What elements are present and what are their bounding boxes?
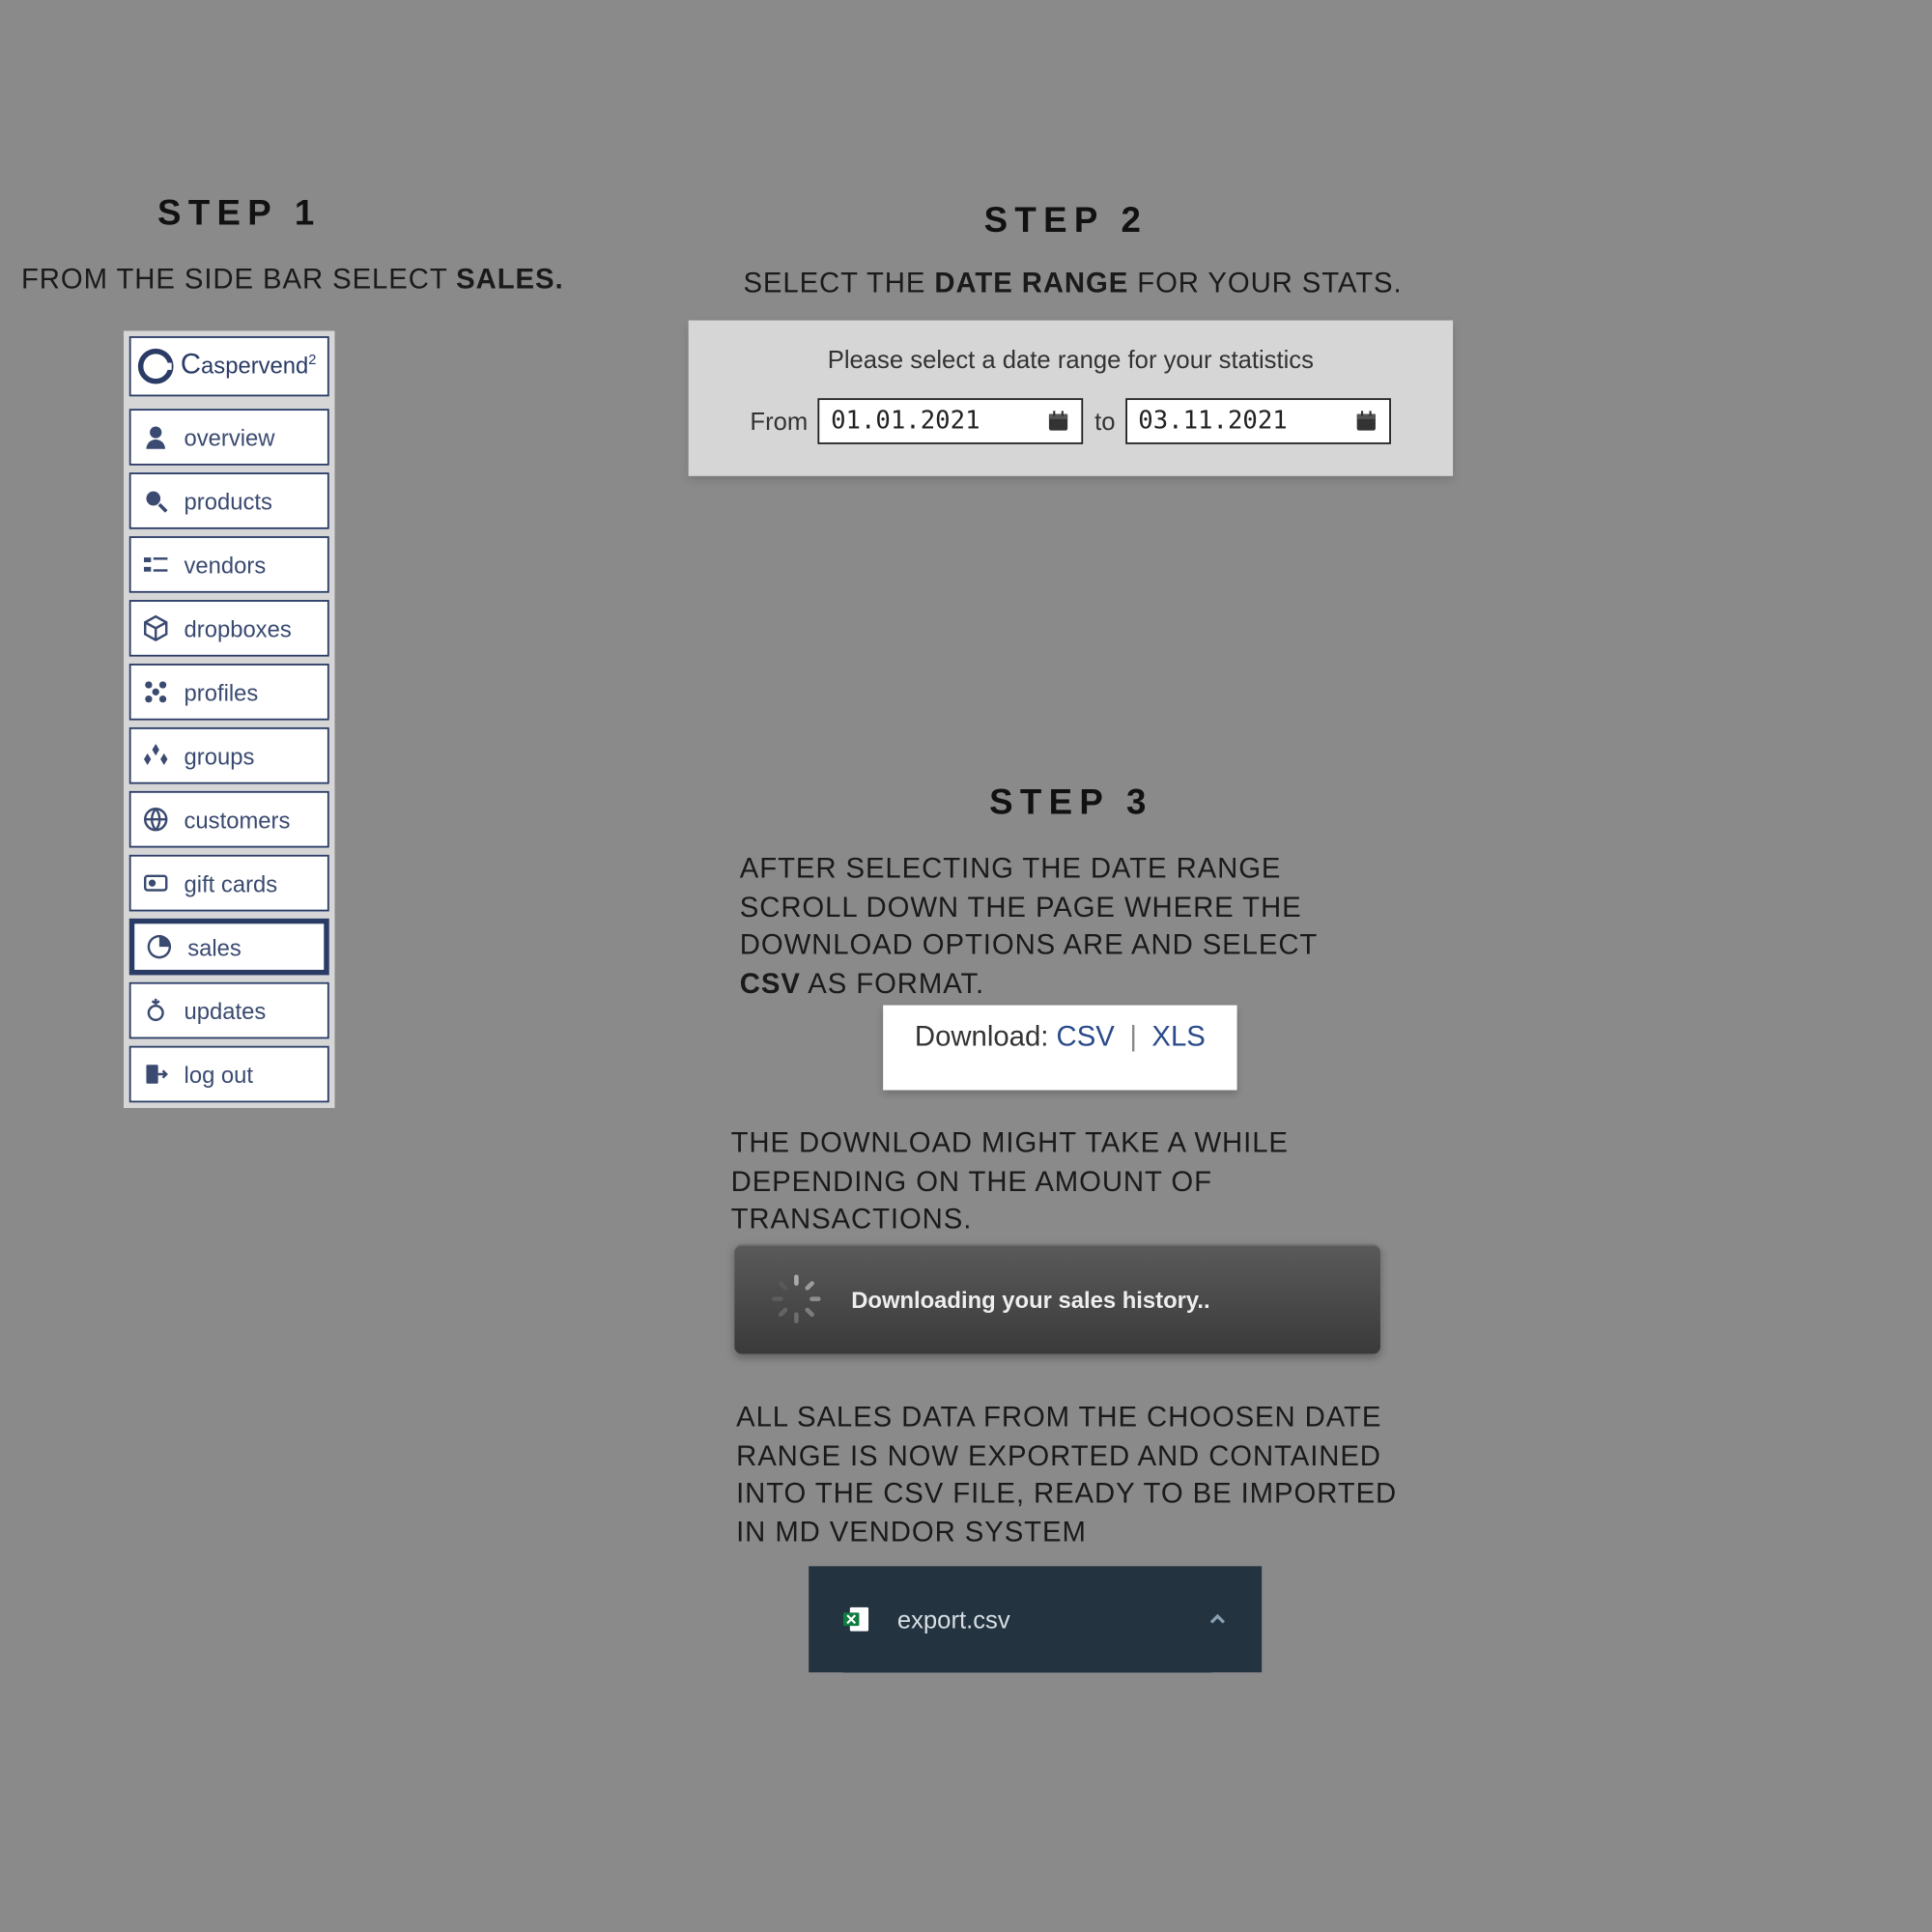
step1-instr-pre: FROM THE SIDE BAR SELECT <box>21 266 456 296</box>
sidebar-item-label: products <box>185 488 272 514</box>
products-icon <box>142 487 170 515</box>
step3-instruction-b: THE DOWNLOAD MIGHT TAKE A WHILE DEPENDIN… <box>731 1125 1404 1240</box>
download-csv-link[interactable]: CSV <box>1057 1023 1115 1053</box>
groups-icon <box>142 742 170 770</box>
calendar-icon <box>1354 409 1379 434</box>
sidebar-item-overview[interactable]: overview <box>129 409 329 466</box>
step3-instr-a-pre: AFTER SELECTING THE DATE RANGE SCROLL DO… <box>740 855 1318 961</box>
calendar-icon <box>1047 409 1072 434</box>
logo-text: Caspervend2 <box>181 351 317 383</box>
sidebar-item-gift-cards[interactable]: gift cards <box>129 855 329 912</box>
progress-text: Downloading your sales history.. <box>851 1286 1209 1312</box>
sidebar-nav: overview products vendors dropboxes prof… <box>124 402 334 1108</box>
overview-icon <box>142 423 170 451</box>
sidebar-item-label: gift cards <box>185 869 278 895</box>
logo-c-icon <box>138 349 174 384</box>
step3-instr-a-bold: CSV <box>740 970 801 1000</box>
download-progress-bar: Downloading your sales history.. <box>734 1244 1380 1354</box>
download-xls-link[interactable]: XLS <box>1151 1023 1205 1053</box>
sidebar-item-label: vendors <box>185 552 267 578</box>
sidebar-item-label: groups <box>185 743 255 769</box>
sidebar-item-updates[interactable]: updates <box>129 982 329 1039</box>
step3-heading: STEP 3 <box>989 784 1153 825</box>
date-row: From 01.01.2021 to 03.11.2021 <box>724 398 1417 444</box>
customers-icon <box>142 806 170 834</box>
date-range-panel: Please select a date range for your stat… <box>689 321 1453 476</box>
download-options-box: Download: CSV | XLS <box>883 1006 1236 1091</box>
sidebar-panel: Caspervend2 overview products vendors dr… <box>124 331 334 1108</box>
step2-instruction: SELECT THE DATE RANGE FOR YOUR STATS. <box>743 269 1402 300</box>
to-label: to <box>1094 407 1115 435</box>
step1-instr-bold: SALES. <box>456 266 563 296</box>
sidebar-item-label: updates <box>185 997 267 1023</box>
sales-icon <box>145 932 173 960</box>
sidebar-item-vendors[interactable]: vendors <box>129 536 329 593</box>
export-file-chip[interactable]: export.csv <box>809 1566 1262 1672</box>
sidebar-item-label: sales <box>187 933 242 959</box>
sidebar-item-products[interactable]: products <box>129 472 329 529</box>
dropboxes-icon <box>142 614 170 642</box>
download-separator: | <box>1122 1023 1145 1053</box>
to-date-input[interactable]: 03.11.2021 <box>1125 398 1391 444</box>
export-filename: export.csv <box>897 1605 1180 1634</box>
sidebar-item-log-out[interactable]: log out <box>129 1046 329 1103</box>
step2-heading: STEP 2 <box>984 202 1149 242</box>
step1-instruction: FROM THE SIDE BAR SELECT SALES. <box>21 266 564 298</box>
gift-cards-icon <box>142 869 170 897</box>
chevron-up-icon[interactable] <box>1206 1606 1231 1632</box>
excel-file-icon <box>840 1604 872 1635</box>
sidebar-item-label: dropboxes <box>185 615 292 641</box>
step3-instr-a-post: AS FORMAT. <box>801 970 984 1000</box>
sidebar-item-label: overview <box>185 424 275 450</box>
profiles-icon <box>142 678 170 706</box>
sidebar-item-groups[interactable]: groups <box>129 727 329 784</box>
from-date-value: 01.01.2021 <box>831 407 980 435</box>
sidebar-item-label: customers <box>185 806 291 832</box>
sidebar-item-profiles[interactable]: profiles <box>129 664 329 721</box>
step2-instr-pre: SELECT THE <box>743 269 934 298</box>
sidebar-item-sales[interactable]: sales <box>129 919 329 976</box>
sidebar-item-customers[interactable]: customers <box>129 791 329 848</box>
log-out-icon <box>142 1060 170 1088</box>
from-label: From <box>750 407 808 435</box>
step3-instruction-a: AFTER SELECTING THE DATE RANGE SCROLL DO… <box>740 851 1378 1004</box>
date-panel-title: Please select a date range for your stat… <box>724 345 1417 373</box>
step3-instruction-c: ALL SALES DATA FROM THE CHOOSEN DATE RAN… <box>736 1400 1408 1552</box>
vendors-icon <box>142 551 170 579</box>
sidebar-logo: Caspervend2 <box>129 336 329 396</box>
to-date-value: 03.11.2021 <box>1138 407 1287 435</box>
updates-icon <box>142 996 170 1024</box>
sidebar-item-label: log out <box>185 1061 254 1087</box>
sidebar-item-label: profiles <box>185 679 259 705</box>
download-label: Download: <box>915 1023 1057 1053</box>
spinner-icon <box>770 1272 823 1325</box>
step1-heading: STEP 1 <box>157 195 322 236</box>
step2-instr-post: FOR YOUR STATS. <box>1128 269 1402 298</box>
from-date-input[interactable]: 01.01.2021 <box>818 398 1084 444</box>
step2-instr-bold: DATE RANGE <box>934 269 1128 298</box>
sidebar-item-dropboxes[interactable]: dropboxes <box>129 600 329 657</box>
